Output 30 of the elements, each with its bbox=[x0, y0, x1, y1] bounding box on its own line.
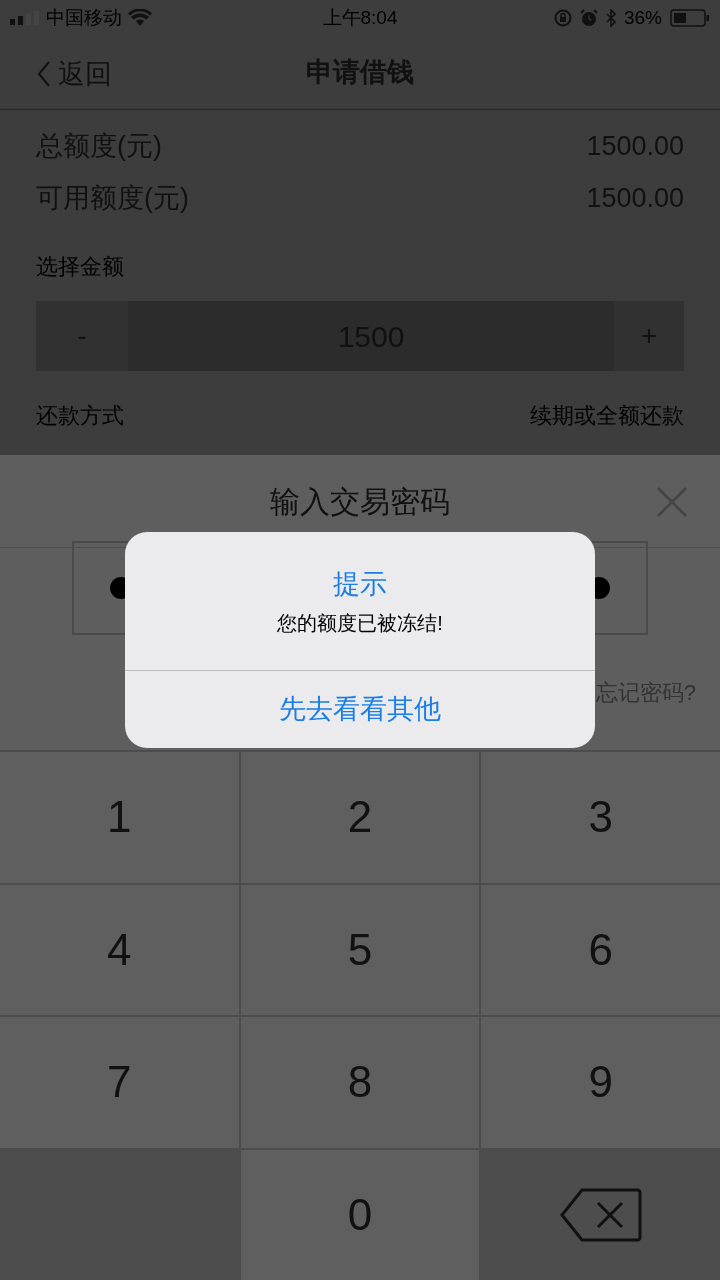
number-key[interactable]: 1 bbox=[0, 752, 239, 883]
row-label: 还款方式 bbox=[36, 402, 124, 430]
number-key[interactable]: 5 bbox=[240, 884, 480, 1015]
number-key[interactable]: 3 bbox=[481, 752, 720, 883]
wifi-icon bbox=[128, 9, 152, 27]
number-key[interactable]: 7 bbox=[0, 1017, 239, 1148]
battery-icon bbox=[670, 9, 710, 27]
chevron-left-icon bbox=[36, 60, 52, 89]
section-label: 选择金额 bbox=[35, 253, 125, 281]
number-key[interactable]: 0 bbox=[240, 1149, 480, 1280]
rotation-lock-icon bbox=[553, 9, 572, 27]
alarm-icon bbox=[579, 9, 598, 27]
battery-percent: 36% bbox=[623, 5, 662, 30]
clock-time: 上午8:04 bbox=[321, 5, 399, 30]
alert-title: 提示 bbox=[333, 567, 387, 601]
number-key[interactable]: 4 bbox=[0, 884, 239, 1015]
close-button[interactable] bbox=[656, 486, 688, 518]
signal-icon bbox=[10, 11, 40, 25]
alert-button[interactable]: 先去看看其他 bbox=[125, 671, 595, 748]
bluetooth-icon bbox=[605, 9, 616, 27]
backspace-icon bbox=[559, 1187, 642, 1242]
close-icon bbox=[656, 486, 688, 518]
number-key[interactable]: 9 bbox=[481, 1017, 720, 1148]
number-key[interactable]: 2 bbox=[240, 752, 480, 883]
carrier-name: 中国移动 bbox=[46, 5, 122, 30]
row-value: 续期或全额还款 bbox=[530, 402, 684, 430]
sheet-title: 输入交易密码 bbox=[270, 483, 450, 520]
number-key[interactable]: 8 bbox=[240, 1017, 480, 1148]
alert-message: 您的额度已被冻结! bbox=[277, 611, 443, 637]
number-key[interactable]: 6 bbox=[481, 884, 720, 1015]
